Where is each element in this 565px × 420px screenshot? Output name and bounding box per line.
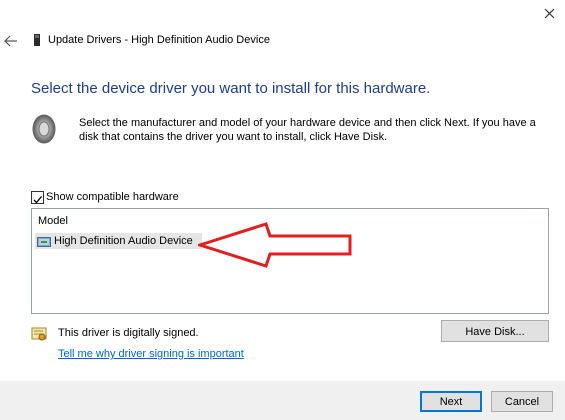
instructions-text: Select the manufacturer and model of you… bbox=[79, 117, 536, 143]
checkmark-icon bbox=[33, 196, 42, 204]
close-button[interactable] bbox=[538, 4, 560, 24]
device-driver-icon bbox=[37, 235, 51, 247]
have-disk-button[interactable]: Have Disk... bbox=[441, 320, 549, 342]
signing-status: This driver is digitally signed. bbox=[58, 327, 199, 339]
model-column-header: Model bbox=[38, 215, 68, 227]
back-arrow-icon bbox=[4, 35, 17, 47]
close-icon bbox=[544, 8, 555, 19]
page-heading: Select the device driver you want to ins… bbox=[31, 80, 431, 97]
show-compatible-label[interactable]: Show compatible hardware bbox=[46, 191, 179, 203]
cancel-button[interactable]: Cancel bbox=[491, 391, 553, 412]
show-compatible-checkbox[interactable] bbox=[31, 191, 44, 204]
driver-signing-link[interactable]: Tell me why driver signing is important bbox=[58, 348, 244, 360]
next-button[interactable]: Next bbox=[420, 391, 482, 412]
back-button[interactable] bbox=[3, 33, 19, 49]
certificate-icon bbox=[31, 326, 47, 342]
window-title: Update Drivers - High Definition Audio D… bbox=[48, 34, 270, 46]
list-item-label: High Definition Audio Device bbox=[54, 235, 193, 247]
speaker-icon bbox=[30, 112, 60, 146]
device-icon bbox=[32, 33, 42, 47]
red-arrow-annotation bbox=[195, 222, 358, 268]
